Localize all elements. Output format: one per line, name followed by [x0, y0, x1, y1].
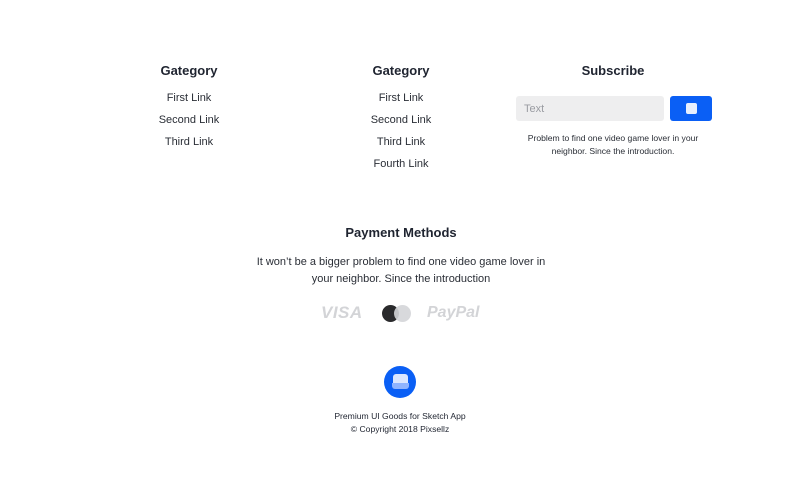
mastercard-icon	[382, 305, 412, 323]
column-1-link-first[interactable]: First Link	[139, 90, 239, 112]
square-icon	[686, 103, 697, 114]
column-2-link-fourth[interactable]: Fourth Link	[351, 156, 451, 178]
payment-methods-section: Payment Methods It won’t be a bigger pro…	[220, 224, 582, 323]
layers-icon[interactable]	[384, 366, 416, 398]
column-2-link-third[interactable]: Third Link	[351, 134, 451, 156]
payment-icons: VISA PayPal	[220, 303, 582, 323]
subscribe-email-input[interactable]	[516, 96, 664, 121]
footer-tagline: Premium UI Goods for Sketch App	[334, 411, 466, 421]
footer-column-2: Gategory First Link Second Link Third Li…	[351, 62, 451, 178]
payment-heading: Payment Methods	[345, 225, 457, 240]
footer-brand: Premium UI Goods for Sketch App © Copyri…	[300, 366, 500, 436]
column-1-link-third[interactable]: Third Link	[139, 134, 239, 156]
logo-layer-bottom	[392, 383, 409, 389]
column-1-link-second[interactable]: Second Link	[139, 112, 239, 134]
footer-column-1: Gategory First Link Second Link Third Li…	[139, 62, 239, 156]
column-2-link-second[interactable]: Second Link	[351, 112, 451, 134]
subscribe-description: Problem to find one video game lover in …	[527, 133, 699, 156]
subscribe-section: Subscribe Problem to find one video game…	[513, 62, 713, 156]
payment-description: It won’t be a bigger problem to find one…	[256, 256, 546, 285]
paypal-logo: PayPal	[427, 304, 480, 321]
column-2-heading: Gategory	[372, 63, 430, 78]
mastercard-circle-right	[394, 305, 411, 322]
column-1-heading: Gategory	[160, 63, 218, 78]
visa-logo: VISA	[321, 303, 363, 322]
subscribe-form	[516, 96, 712, 121]
footer-copyright: © Copyright 2018 Pixsellz	[350, 424, 450, 434]
subscribe-button[interactable]	[670, 96, 712, 121]
column-2-link-first[interactable]: First Link	[351, 90, 451, 112]
subscribe-heading: Subscribe	[581, 63, 645, 78]
